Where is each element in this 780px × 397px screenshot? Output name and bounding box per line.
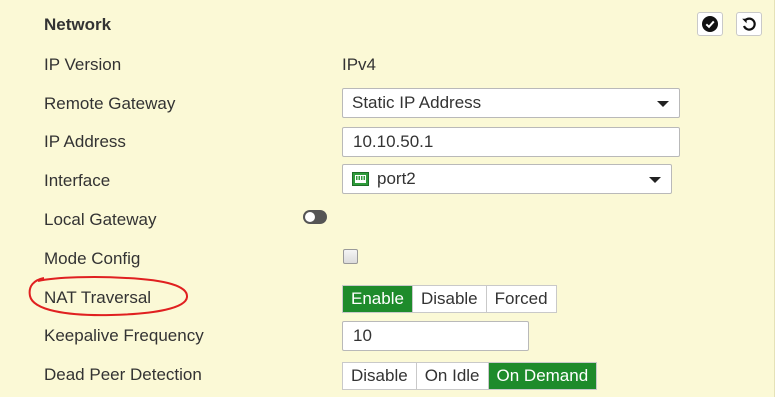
dpd-label: Dead Peer Detection [44,365,202,384]
keepalive-input[interactable]: 10 [342,321,529,351]
ip-address-label: IP Address [44,132,126,151]
nat-traversal-label: NAT Traversal [44,288,152,307]
remote-gateway-selected: Static IP Address [352,93,482,112]
dpd-on-idle-option[interactable]: On Idle [417,363,489,389]
remote-gateway-label: Remote Gateway [44,94,176,113]
dpd-segmented: Disable On Idle On Demand [342,362,598,390]
interface-select[interactable]: port2 [342,164,672,194]
dpd-disable-option[interactable]: Disable [343,363,417,389]
ip-version-value: IPv4 [342,55,377,74]
nat-disable-option[interactable]: Disable [413,286,487,312]
local-gateway-toggle[interactable] [303,210,327,224]
nat-enable-option[interactable]: Enable [343,286,413,312]
section-title: Network [44,15,112,34]
remote-gateway-select[interactable]: Static IP Address [342,88,680,118]
undo-icon [742,17,756,31]
interface-label: Interface [44,171,111,190]
revert-button[interactable] [736,12,762,36]
toggle-knob [305,212,315,222]
dpd-on-demand-option[interactable]: On Demand [488,363,597,389]
local-gateway-label: Local Gateway [44,210,157,229]
check-circle-icon [702,16,718,32]
chevron-down-icon [657,101,669,107]
nat-forced-option[interactable]: Forced [487,286,556,312]
mode-config-checkbox[interactable] [343,249,358,264]
keepalive-label: Keepalive Frequency [44,326,204,345]
network-port-icon [352,172,369,186]
nat-traversal-segmented: Enable Disable Forced [342,285,557,313]
ip-address-input[interactable]: 10.10.50.1 [342,127,680,157]
network-panel: Network IP Version IPv4 Remote Gateway S… [0,0,775,397]
ip-version-label: IP Version [44,55,122,74]
interface-selected: port2 [377,169,416,188]
apply-button[interactable] [697,12,723,36]
chevron-down-icon [649,177,661,183]
mode-config-label: Mode Config [44,249,141,268]
